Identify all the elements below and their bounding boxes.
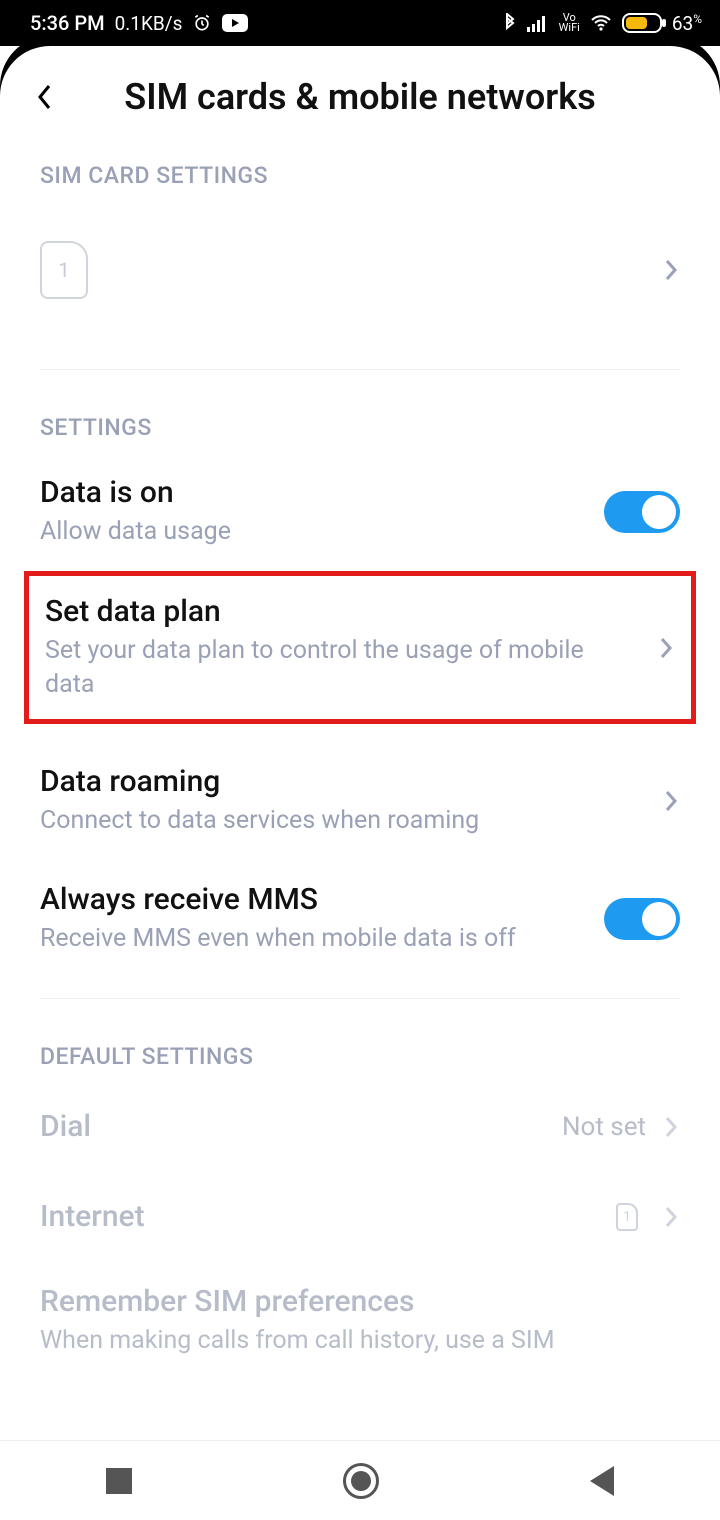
- header: SIM cards & mobile networks: [0, 46, 720, 138]
- sim-slot-number: 1: [58, 258, 69, 282]
- row-data-roaming-sub: Connect to data services when roaming: [40, 804, 642, 838]
- bluetooth-icon: [503, 13, 517, 33]
- divider: [40, 369, 680, 370]
- row-dial-title: Dial: [40, 1109, 542, 1145]
- row-mobile-data[interactable]: Data is on Allow data usage: [0, 453, 720, 571]
- status-net-speed: 0.1KB/s: [115, 12, 183, 35]
- vowifi-icon: VoWiFi: [559, 13, 580, 33]
- wifi-icon: [590, 14, 612, 32]
- sim-card-icon: 1: [40, 241, 88, 299]
- chevron-right-icon: [662, 786, 680, 816]
- alarm-icon: [192, 13, 212, 33]
- sim-badge-icon: 1: [616, 1203, 638, 1231]
- status-right: VoWiFi 63%: [503, 12, 702, 35]
- row-always-mms[interactable]: Always receive MMS Receive MMS even when…: [0, 860, 720, 978]
- row-internet[interactable]: Internet 1: [0, 1172, 720, 1262]
- navigation-bar: [0, 1440, 720, 1520]
- row-data-roaming[interactable]: Data roaming Connect to data services wh…: [0, 742, 720, 860]
- section-sim-label: SIM CARD SETTINGS: [0, 138, 720, 201]
- row-remember-sim-sub: When making calls from call history, use…: [40, 1324, 660, 1358]
- chevron-right-icon: [662, 255, 680, 285]
- divider: [40, 998, 680, 999]
- row-mobile-data-sub: Allow data usage: [40, 515, 584, 549]
- status-bar: 5:36 PM 0.1KB/s VoWiFi 63%: [0, 0, 720, 46]
- row-always-mms-sub: Receive MMS even when mobile data is off: [40, 922, 584, 956]
- content: SIM CARD SETTINGS 1 SETTINGS Data is on …: [0, 138, 720, 1380]
- nav-back-icon[interactable]: [590, 1466, 614, 1496]
- row-remember-sim[interactable]: Remember SIM preferences When making cal…: [0, 1262, 720, 1380]
- row-mobile-data-title: Data is on: [40, 475, 584, 511]
- row-set-data-plan-title: Set data plan: [45, 594, 637, 630]
- sim-badge-number: 1: [623, 1209, 631, 1225]
- battery-percent-suffix: %: [693, 12, 702, 26]
- screen: SIM cards & mobile networks SIM CARD SET…: [0, 46, 720, 1440]
- row-always-mms-title: Always receive MMS: [40, 882, 584, 918]
- always-mms-toggle[interactable]: [604, 898, 680, 940]
- status-left: 5:36 PM 0.1KB/s: [30, 11, 248, 35]
- row-internet-title: Internet: [40, 1199, 596, 1235]
- nav-recent-icon[interactable]: [106, 1468, 132, 1494]
- nav-home-icon[interactable]: [343, 1463, 379, 1499]
- status-time: 5:36 PM: [30, 11, 105, 35]
- signal-icon: [527, 14, 549, 32]
- row-set-data-plan[interactable]: Set data plan Set your data plan to cont…: [45, 594, 675, 702]
- row-dial[interactable]: Dial Not set: [0, 1082, 720, 1172]
- page-title: SIM cards & mobile networks: [30, 76, 690, 118]
- row-data-roaming-title: Data roaming: [40, 764, 642, 800]
- row-dial-value: Not set: [562, 1112, 646, 1142]
- chevron-right-icon: [657, 633, 675, 663]
- section-settings-label: SETTINGS: [0, 390, 720, 453]
- battery-icon: [622, 13, 662, 33]
- battery-percent-value: 63: [672, 12, 693, 35]
- chevron-right-icon: [662, 1202, 680, 1232]
- youtube-icon: [222, 14, 248, 32]
- row-remember-sim-title: Remember SIM preferences: [40, 1284, 660, 1320]
- sim-slot-row[interactable]: 1: [0, 201, 720, 349]
- chevron-right-icon: [662, 1112, 680, 1142]
- highlight-set-data-plan: Set data plan Set your data plan to cont…: [24, 571, 696, 725]
- row-set-data-plan-sub: Set your data plan to control the usage …: [45, 634, 637, 702]
- section-default-label: DEFAULT SETTINGS: [0, 1019, 720, 1082]
- battery-percent: 63%: [672, 12, 702, 35]
- mobile-data-toggle[interactable]: [604, 491, 680, 533]
